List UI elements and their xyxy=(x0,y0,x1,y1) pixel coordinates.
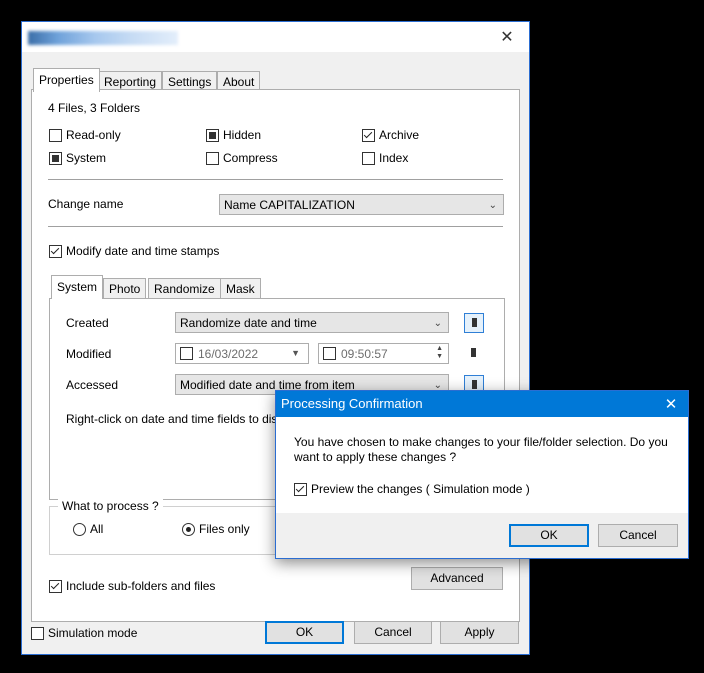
checkbox-box xyxy=(49,244,62,258)
selection-summary: 4 Files, 3 Folders xyxy=(48,101,141,115)
dialog-message-line2: want to apply these changes ? xyxy=(294,450,457,464)
divider xyxy=(48,226,503,227)
simulation-mode-label: Simulation mode xyxy=(48,626,138,640)
hidden-label: Hidden xyxy=(223,128,262,142)
created-select[interactable]: Randomize date and time ⌄ xyxy=(175,312,449,333)
dialog-ok-button[interactable]: OK xyxy=(509,524,589,547)
checkbox-box xyxy=(49,151,62,165)
simulation-mode-checkbox[interactable]: Simulation mode xyxy=(31,626,137,640)
modify-dates-label: Modify date and time stamps xyxy=(66,244,220,258)
subtab-mask[interactable]: Mask xyxy=(220,278,261,299)
ok-button[interactable]: OK xyxy=(265,621,344,644)
change-name-label: Change name xyxy=(48,197,124,211)
dialog-title-bar: Processing Confirmation ✕ xyxy=(276,391,688,417)
archive-label: Archive xyxy=(379,128,420,142)
dialog-cancel-button[interactable]: Cancel xyxy=(598,524,678,547)
main-window: ✕ Properties Reporting Settings About 4 … xyxy=(21,21,530,655)
checkbox-box xyxy=(49,579,62,593)
cancel-button[interactable]: Cancel xyxy=(354,621,432,644)
radio-files-only-label: Files only xyxy=(199,522,250,536)
dialog-message-line1: You have chosen to make changes to your … xyxy=(294,435,668,449)
change-name-value: Name CAPITALIZATION xyxy=(224,198,355,212)
index-checkbox[interactable]: Index xyxy=(362,151,408,165)
archive-checkbox[interactable]: Archive xyxy=(362,128,419,142)
checkbox-box xyxy=(294,482,307,496)
modified-options-button[interactable] xyxy=(464,344,484,364)
index-label: Index xyxy=(379,151,409,165)
chevron-down-icon[interactable]: ▼ xyxy=(291,344,300,363)
advanced-button[interactable]: Advanced xyxy=(411,567,503,590)
system-label: System xyxy=(66,151,107,165)
subtab-photo[interactable]: Photo xyxy=(103,278,147,299)
compress-label: Compress xyxy=(223,151,278,165)
divider xyxy=(48,179,503,180)
checkbox-box xyxy=(362,128,375,142)
checkbox-box xyxy=(206,151,219,165)
dialog-footer: OK Cancel xyxy=(276,513,688,558)
hidden-checkbox[interactable]: Hidden xyxy=(206,128,261,142)
modified-time-value: 09:50:57 xyxy=(341,346,388,361)
accessed-label: Accessed xyxy=(66,378,119,392)
checkbox-box xyxy=(206,128,219,142)
radio-all[interactable]: All xyxy=(73,522,103,536)
checkbox-box xyxy=(362,151,375,165)
modified-time-field[interactable]: 09:50:57 ▲ ▼ xyxy=(318,343,449,364)
modified-date-field[interactable]: 16/03/2022 ▼ xyxy=(175,343,309,364)
modified-date-checkbox[interactable] xyxy=(180,347,193,360)
checkbox-box xyxy=(49,128,62,142)
created-options-button[interactable] xyxy=(464,313,484,333)
compress-checkbox[interactable]: Compress xyxy=(206,151,278,165)
subtab-randomize[interactable]: Randomize xyxy=(148,278,221,299)
apply-button[interactable]: Apply xyxy=(440,621,519,644)
include-subfolders-label: Include sub-folders and files xyxy=(66,579,216,593)
close-icon[interactable]: ✕ xyxy=(485,22,529,52)
system-checkbox[interactable]: System xyxy=(49,151,106,165)
preview-changes-label: Preview the changes ( Simulation mode ) xyxy=(311,482,530,496)
subtab-system[interactable]: System xyxy=(51,275,104,299)
preview-changes-checkbox[interactable]: Preview the changes ( Simulation mode ) xyxy=(294,482,530,496)
chevron-down-icon: ⌄ xyxy=(488,200,497,211)
change-name-select[interactable]: Name CAPITALIZATION ⌄ xyxy=(219,194,504,215)
modified-label: Modified xyxy=(66,347,112,361)
created-value: Randomize date and time xyxy=(180,316,317,330)
radio-button xyxy=(182,522,195,536)
dialog-title: Processing Confirmation xyxy=(281,396,423,411)
created-label: Created xyxy=(66,316,109,330)
modified-date-value: 16/03/2022 xyxy=(198,346,259,361)
close-icon[interactable]: ✕ xyxy=(654,391,688,417)
modify-dates-checkbox[interactable]: Modify date and time stamps xyxy=(49,244,219,258)
hint-text: Right-click on date and time fields to d… xyxy=(66,412,285,426)
include-subfolders-checkbox[interactable]: Include sub-folders and files xyxy=(49,579,215,593)
read-only-label: Read-only xyxy=(66,128,121,142)
radio-all-label: All xyxy=(90,522,104,536)
title-bar: ✕ xyxy=(22,22,529,52)
chevron-down-icon: ⌄ xyxy=(433,318,442,329)
radio-button xyxy=(73,522,86,536)
spinner-icon[interactable]: ▲ ▼ xyxy=(436,345,443,361)
read-only-checkbox[interactable]: Read-only xyxy=(49,128,121,142)
modified-time-checkbox[interactable] xyxy=(323,347,336,360)
checkbox-box xyxy=(31,626,44,640)
window-title-blurred xyxy=(28,31,178,45)
tab-properties[interactable]: Properties xyxy=(33,68,100,92)
processing-confirmation-dialog: Processing Confirmation ✕ You have chose… xyxy=(275,390,689,559)
radio-files-only[interactable]: Files only xyxy=(182,522,250,536)
what-to-process-label: What to process ? xyxy=(58,499,163,513)
